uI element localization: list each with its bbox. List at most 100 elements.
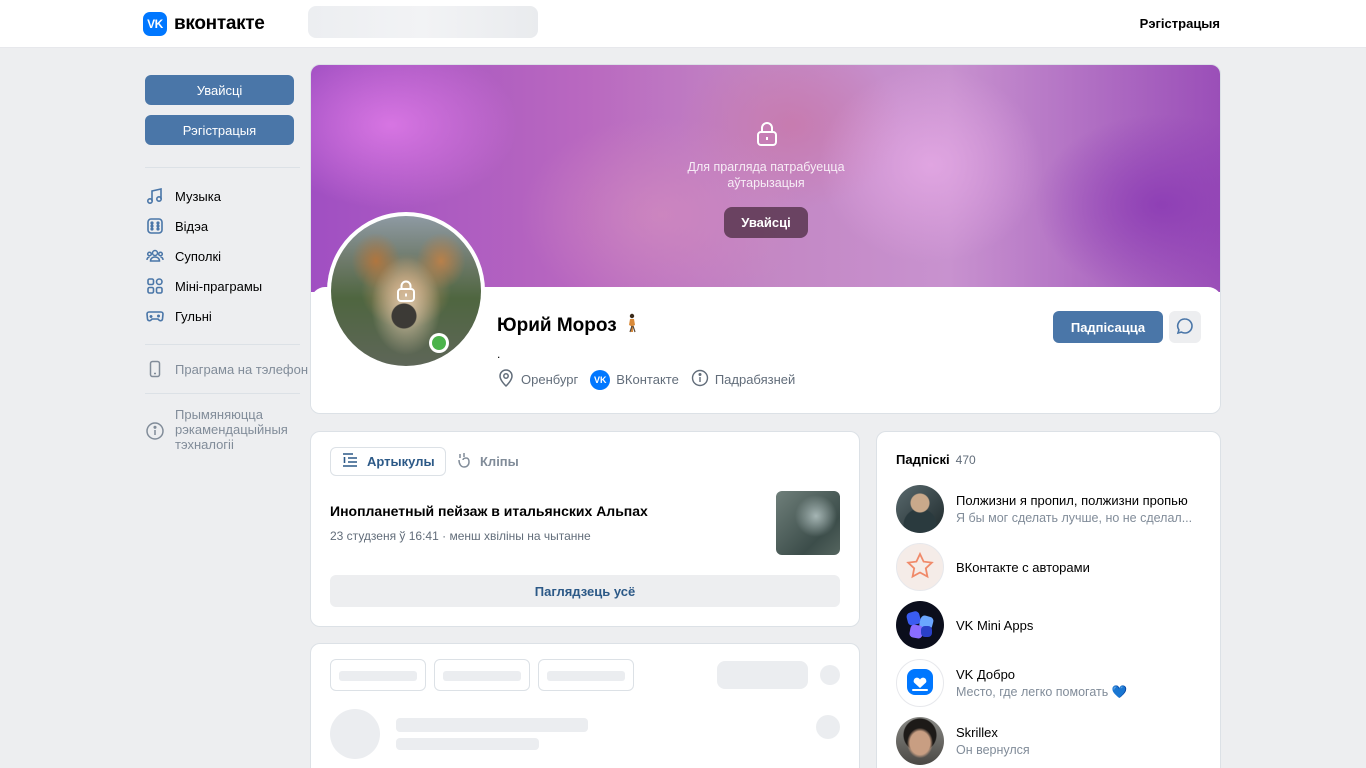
auth-required-text: Для прагляда патрабуецца аўтарызацыя (687, 160, 845, 190)
article-meta: 23 студзеня ў 16:41 · менш хвіліны на чы… (330, 529, 591, 543)
subscription-avatar (896, 485, 944, 533)
vk-logo-text: вконтакте (174, 13, 265, 34)
subscription-avatar (896, 659, 944, 707)
apps-icon (145, 276, 165, 296)
subscriptions-title: Падпіскі (896, 452, 950, 467)
subscription-description: Он вернулся (956, 743, 1030, 757)
subscriptions-count: 470 (955, 453, 976, 467)
vk-logo-icon: VK (590, 369, 611, 390)
subscription-item[interactable]: Skrillex Он вернулся (896, 717, 1216, 765)
gamepad-icon (145, 306, 165, 326)
top-bar: VK вконтакте Рэгістрацыя (0, 0, 1366, 48)
subscription-description: Я бы мог сделать лучше, но не сделал... (956, 511, 1193, 525)
sidebar-item-video[interactable]: Відэа (145, 216, 208, 236)
message-button[interactable] (1169, 311, 1201, 343)
sidebar-item-label: Музыка (175, 188, 221, 204)
header-register-link[interactable]: Рэгістрацыя (1140, 16, 1220, 31)
tab-clips-label: Кліпы (480, 454, 519, 469)
location-icon (497, 368, 515, 391)
sidebar-item-label: Гульні (175, 308, 212, 324)
profile-city-label: Оренбург (521, 372, 579, 387)
avatar[interactable] (327, 212, 485, 370)
see-all-button[interactable]: Паглядзець усё (330, 575, 840, 607)
sidebar-item-label: Відэа (175, 218, 209, 234)
cover-login-button[interactable]: Увайсці (724, 207, 808, 238)
subscription-name: Полжизни я пропил, полжизни пропью (956, 493, 1188, 508)
video-icon (145, 216, 165, 236)
mini-apps-logo-icon (902, 606, 938, 645)
subscriptions-card: Падпіскі 470 Полжизни я пропил, полжизни… (876, 431, 1221, 768)
profile-city: Оренбург (497, 368, 578, 391)
online-indicator (429, 333, 449, 353)
profile-status: . (497, 347, 501, 361)
subscription-avatar (896, 717, 944, 765)
sidebar-divider (145, 344, 300, 345)
sidebar-item-groups[interactable]: Суполкі (145, 246, 221, 266)
sidebar-divider (145, 393, 300, 394)
groups-icon (145, 246, 165, 266)
sidebar-item-label: Міні-праграмы (175, 278, 263, 294)
skeleton-dot (820, 665, 840, 685)
subscription-name: ВКонтакте с авторами (956, 559, 1090, 575)
lock-icon (755, 121, 779, 150)
sidebar-item-label: Суполкі (175, 248, 222, 264)
subscription-avatar (896, 543, 944, 591)
subscription-item[interactable]: VK Mini Apps (896, 601, 1216, 649)
clips-icon (456, 451, 472, 472)
subscription-item[interactable]: VK Добро Место, где легко помогать 💙 (896, 659, 1216, 707)
subscribe-button[interactable]: Падпісацца (1053, 311, 1163, 343)
sidebar-item-games[interactable]: Гульні (145, 306, 212, 326)
register-button[interactable]: Рэгістрацыя (145, 115, 294, 145)
lock-icon (395, 279, 417, 306)
subscription-name: Skrillex (956, 725, 998, 740)
vk-logo[interactable]: VK вконтакте (143, 12, 265, 36)
articles-icon (341, 452, 359, 471)
skeleton-dot (816, 715, 840, 739)
profile-meta: Оренбург VK ВКонтакте Падрабязней (497, 368, 795, 391)
recommendation-tech-link[interactable]: Прымяняюцца рэкамендацыйныя тэхналогіі (145, 407, 305, 452)
skeleton-line (396, 718, 588, 732)
music-icon (145, 186, 165, 206)
subscriptions-header[interactable]: Падпіскі 470 (896, 452, 976, 467)
sidebar-item-phone-app[interactable]: Праграма на тэлефон (145, 359, 308, 379)
profile-name: Юрий Мороз (497, 313, 639, 339)
articles-card: Артыкулы Кліпы Инопланетный пейзаж в ита… (310, 431, 860, 627)
profile-card: Для прагляда патрабуецца аўтарызацыя Ува… (310, 64, 1221, 414)
info-icon (691, 369, 709, 390)
profile-details-label: Падрабязней (714, 372, 796, 387)
subscription-item[interactable]: Полжизни я пропил, полжизни пропью Я бы … (896, 485, 1216, 533)
loading-skeleton-card (310, 643, 860, 768)
sidebar-item-mini-apps[interactable]: Міні-праграмы (145, 276, 262, 296)
avatar-image (331, 216, 481, 366)
article-thumbnail[interactable] (776, 491, 840, 555)
skeleton-pill (434, 659, 530, 691)
message-icon (1176, 317, 1194, 338)
search-placeholder-skeleton (308, 6, 538, 38)
vk-dobro-logo-icon (905, 667, 935, 700)
profile-name-text: Юрий Мороз (497, 315, 617, 336)
star-icon (905, 551, 935, 584)
phone-icon (145, 359, 165, 379)
vk-logo-icon: VK (143, 12, 167, 36)
sidebar-divider (145, 167, 300, 168)
profile-vk-label: ВКонтакте (616, 372, 679, 387)
recommendation-tech-text: Прымяняюцца рэкамендацыйныя тэхналогіі (175, 407, 288, 452)
subscription-name: VK Добро (956, 666, 1016, 682)
sidebar-item-music[interactable]: Музыка (145, 186, 221, 206)
info-icon (145, 407, 165, 452)
subscription-description: Место, где легко помогать 💙 (956, 684, 1128, 699)
tab-articles[interactable]: Артыкулы (330, 447, 446, 476)
tab-clips[interactable]: Кліпы (456, 447, 519, 476)
tab-articles-label: Артыкулы (367, 454, 435, 469)
person-emoji-icon (625, 313, 639, 339)
profile-vk-link[interactable]: VK ВКонтакте (590, 369, 679, 390)
subscription-item[interactable]: ВКонтакте с авторами (896, 543, 1216, 591)
login-button[interactable]: Увайсці (145, 75, 294, 105)
skeleton-pill (538, 659, 634, 691)
sidebar-item-label: Праграма на тэлефон (175, 361, 309, 377)
subscription-avatar (896, 601, 944, 649)
article-title[interactable]: Инопланетный пейзаж в итальянских Альпах (330, 503, 648, 519)
skeleton-line (396, 738, 539, 750)
profile-details-link[interactable]: Падрабязней (691, 369, 795, 390)
skeleton-avatar (330, 709, 380, 759)
